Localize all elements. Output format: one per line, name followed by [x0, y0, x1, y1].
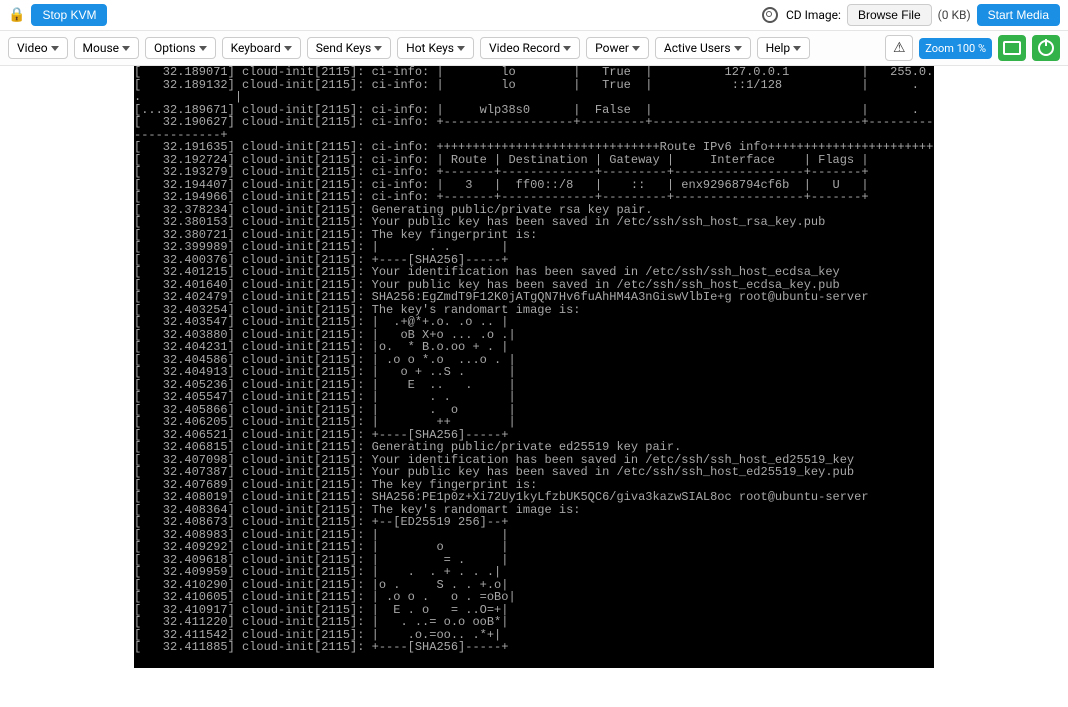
menu-label: Power [595, 41, 629, 55]
menu-video-record[interactable]: Video Record [480, 37, 580, 59]
chevron-down-icon [632, 46, 640, 51]
chevron-down-icon [563, 46, 571, 51]
menu-hot-keys[interactable]: Hot Keys [397, 37, 474, 59]
power-icon [1038, 40, 1054, 56]
chevron-down-icon [457, 46, 465, 51]
fullscreen-button[interactable] [998, 35, 1026, 61]
browse-file-button[interactable]: Browse File [847, 4, 932, 26]
menu-options[interactable]: Options [145, 37, 216, 59]
top-bar-left: 🔒 Stop KVM [8, 4, 107, 26]
menu-send-keys[interactable]: Send Keys [307, 37, 391, 59]
menu-active-users[interactable]: Active Users [655, 37, 751, 59]
menu-label: Send Keys [316, 41, 371, 55]
start-media-button[interactable]: Start Media [977, 4, 1060, 26]
warning-icon: ⚠ [893, 40, 906, 56]
server-power-button[interactable] [1032, 35, 1060, 61]
lock-icon: 🔒 [8, 7, 25, 23]
menu-label: Video Record [489, 41, 560, 55]
chevron-down-icon [199, 46, 207, 51]
chevron-down-icon [122, 46, 130, 51]
menu-label: Video [17, 41, 48, 55]
menu-bar: Video Mouse Options Keyboard Send Keys H… [0, 31, 1068, 66]
zoom-indicator[interactable]: Zoom 100 % [919, 38, 992, 59]
remote-console[interactable]: [ 32.189071] cloud-init[2115]: ci-info: … [134, 66, 934, 668]
menu-left: Video Mouse Options Keyboard Send Keys H… [8, 37, 810, 59]
menu-right: ⚠ Zoom 100 % [885, 35, 1060, 61]
menu-label: Active Users [664, 41, 731, 55]
cd-image-label: CD Image: [786, 8, 841, 22]
menu-label: Keyboard [231, 41, 281, 55]
chevron-down-icon [51, 46, 59, 51]
stop-kvm-button[interactable]: Stop KVM [31, 4, 107, 26]
chevron-down-icon [284, 46, 292, 51]
chevron-down-icon [374, 46, 382, 51]
menu-label: Help [766, 41, 791, 55]
menu-help[interactable]: Help [757, 37, 811, 59]
console-frame: [ 32.189071] cloud-init[2115]: ci-info: … [0, 66, 1068, 680]
cd-size-label: (0 KB) [938, 8, 971, 22]
menu-video[interactable]: Video [8, 37, 68, 59]
chevron-down-icon [734, 46, 742, 51]
top-bar: 🔒 Stop KVM CD Image: Browse File (0 KB) … [0, 0, 1068, 31]
menu-mouse[interactable]: Mouse [74, 37, 140, 59]
menu-label: Hot Keys [406, 41, 454, 55]
top-bar-right: CD Image: Browse File (0 KB) Start Media [762, 4, 1060, 26]
warning-button[interactable]: ⚠ [885, 35, 913, 61]
chevron-down-icon [793, 46, 801, 51]
menu-label: Mouse [83, 41, 120, 55]
menu-power[interactable]: Power [586, 37, 649, 59]
menu-keyboard[interactable]: Keyboard [222, 37, 301, 59]
screen-icon [1003, 41, 1021, 55]
cd-icon [762, 7, 778, 23]
menu-label: Options [154, 41, 196, 55]
